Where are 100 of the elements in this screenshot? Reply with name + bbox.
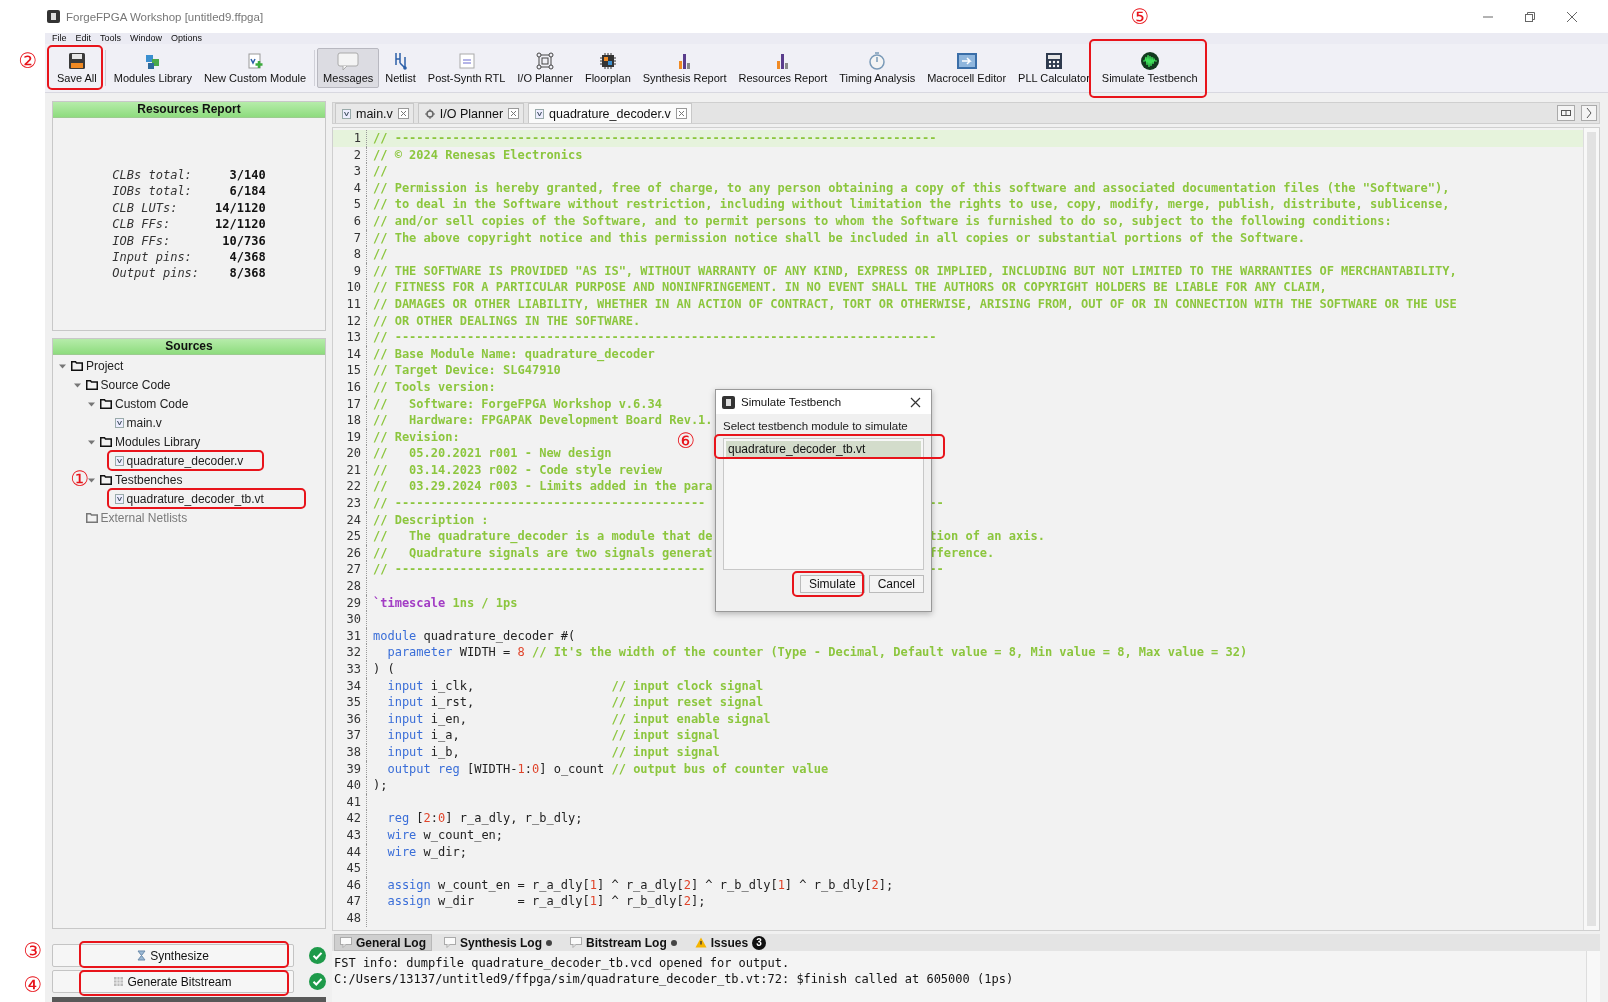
line-number: 6 xyxy=(333,212,367,230)
code-text: wire w_dir; xyxy=(386,843,467,861)
menu-item[interactable]: Edit xyxy=(75,33,92,44)
editor-tab[interactable]: quadrature_decoder.v xyxy=(528,103,692,123)
code-text: assign w_dir = r_a_dly[1] ^ r_b_dly[2]; xyxy=(386,893,706,910)
toolbar-button[interactable]: Netlist xyxy=(379,48,422,88)
folder-icon xyxy=(71,361,83,372)
log-line: FST info: dumpfile quadrature_decoder_tb.vcd opened for output. xyxy=(334,955,791,971)
log-tab[interactable]: Bitstream Log xyxy=(564,934,683,951)
chevron-right-icon[interactable] xyxy=(1581,105,1597,121)
split-view-icon[interactable] xyxy=(1557,105,1575,121)
toolbar-button[interactable]: Floorplan xyxy=(578,48,637,88)
code-text: // xyxy=(373,246,388,263)
menu-item[interactable]: File xyxy=(52,33,67,44)
resource-label: CLB LUTs: xyxy=(112,199,179,217)
toolbar-button[interactable]: Macrocell Editor xyxy=(921,48,1013,88)
code-text: // © 2024 Renesas Electronics xyxy=(373,146,583,164)
expand-arrow-icon[interactable] xyxy=(88,438,95,446)
dialog-button[interactable]: Cancel xyxy=(868,575,924,593)
toolbar-button[interactable]: Modules Library xyxy=(107,48,198,88)
editor-tab[interactable]: main.v xyxy=(335,103,414,123)
gear-icon xyxy=(424,108,435,119)
code-text: // ------------------------------------------- xyxy=(373,495,706,512)
list-item[interactable]: quadrature_decoder_tb.vt xyxy=(726,441,921,457)
toolbar-button[interactable]: Save All xyxy=(51,48,103,88)
expand-arrow-icon[interactable] xyxy=(88,400,95,408)
tree-item[interactable]: quadrature_decoder.v xyxy=(126,454,244,469)
stopwatch-icon xyxy=(867,51,888,71)
toolbar-button[interactable]: Timing Analysis xyxy=(833,48,922,88)
line-number: 22 xyxy=(333,478,367,496)
dialog-title: Simulate Testbench xyxy=(741,396,842,408)
toolbar-button[interactable]: I/O Planner xyxy=(511,48,579,88)
speech-bubble-icon xyxy=(340,937,352,948)
menu-item[interactable]: Options xyxy=(171,33,203,44)
tree-item[interactable]: quadrature_decoder_tb.vt xyxy=(126,492,264,507)
editor-tab[interactable]: I/O Planner xyxy=(417,103,525,123)
tree-item[interactable]: Testbenches xyxy=(115,473,183,488)
tree-item[interactable]: Custom Code xyxy=(115,397,189,412)
toolbar-button[interactable]: New Custom Module xyxy=(198,48,313,88)
close-icon[interactable] xyxy=(1566,10,1578,23)
menu-item[interactable]: Window xyxy=(130,33,163,44)
tree-item[interactable]: Project xyxy=(86,359,124,374)
resource-label: Input pins: xyxy=(112,249,193,266)
code-text: input i_en, // input enable signal xyxy=(386,710,771,728)
folder-icon xyxy=(85,513,98,524)
scrollbar[interactable] xyxy=(1583,128,1599,930)
code-text: // 05.20.2021 r001 - New design xyxy=(373,445,612,462)
tree-item[interactable]: Source Code xyxy=(100,378,171,393)
menu-item[interactable]: Tools xyxy=(100,33,122,44)
folder-icon xyxy=(100,475,112,486)
grid-icon xyxy=(114,977,124,986)
code-text: fference. xyxy=(929,544,995,562)
line-number: 46 xyxy=(333,876,367,894)
toolbar-button[interactable]: PLL Calculator xyxy=(1012,48,1096,88)
build-button[interactable]: Synthesize xyxy=(52,944,294,967)
close-icon[interactable] xyxy=(910,396,921,408)
line-number: 3 xyxy=(333,163,367,180)
expand-arrow-icon[interactable] xyxy=(88,476,95,484)
scrollbar[interactable] xyxy=(1586,951,1600,1002)
line-number: 25 xyxy=(333,528,367,545)
annotation-frame xyxy=(792,571,864,597)
toolbar-button[interactable]: Synthesis Report xyxy=(636,48,733,88)
resource-value: 8/368 xyxy=(228,265,266,282)
annotation-number: ① xyxy=(69,466,91,492)
tree-item[interactable]: main.v xyxy=(126,416,162,431)
code-text: // Quadrature signals are two signals generat xyxy=(373,544,713,562)
toolbar-button[interactable]: Post-Synth RTL xyxy=(421,48,512,88)
line-number: 37 xyxy=(333,727,367,744)
line-number: 34 xyxy=(333,677,367,695)
speech-bubble-icon xyxy=(337,51,360,71)
app-icon xyxy=(47,10,60,23)
code-text: // Base Module Name: quadrature_decoder xyxy=(373,345,655,363)
resource-label: Output pins: xyxy=(112,265,200,282)
resource-value: 12/1120 xyxy=(215,216,266,233)
line-number: 32 xyxy=(333,644,367,661)
tree-item[interactable]: Modules Library xyxy=(115,435,201,450)
line-number: 48 xyxy=(333,909,367,927)
dialog-button[interactable]: Simulate xyxy=(799,575,865,593)
log-tab[interactable]: General Log xyxy=(334,934,432,951)
toolbar-button[interactable]: Resources Report xyxy=(732,48,834,88)
toolbar-button[interactable]: Messages xyxy=(317,48,380,88)
build-button[interactable]: Generate Bitstream xyxy=(52,970,294,993)
file-icon xyxy=(114,456,124,467)
window-title: ForgeFPGA Workshop [untitled9.ffpga] xyxy=(66,10,264,23)
expand-arrow-icon[interactable] xyxy=(73,381,81,389)
toolbar-button[interactable]: Simulate Testbench xyxy=(1095,48,1204,88)
expand-arrow-icon[interactable] xyxy=(59,362,66,370)
line-number: 33 xyxy=(333,661,367,678)
log-tab[interactable]: Synthesis Log xyxy=(438,934,559,951)
code-text: // Tools version: xyxy=(373,378,496,396)
code-text: ) ( xyxy=(373,661,395,678)
folder-icon xyxy=(100,437,112,448)
line-number: 40 xyxy=(333,777,367,794)
line-number: 42 xyxy=(333,810,367,827)
log-tab[interactable]: Issues 3 xyxy=(688,934,773,951)
count-badge: 3 xyxy=(752,935,767,950)
restore-icon[interactable] xyxy=(1524,10,1536,23)
line-number: 12 xyxy=(333,312,367,330)
code-text: parameter WIDTH = 8 // It's the width of the counter (Type - Decimal, Default value = 8, Min value = 8, Max value = 32) xyxy=(386,644,1248,661)
resource-value: 10/736 xyxy=(221,232,266,250)
